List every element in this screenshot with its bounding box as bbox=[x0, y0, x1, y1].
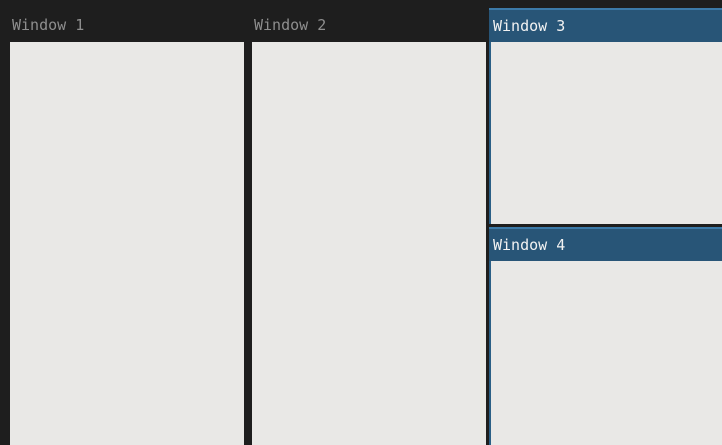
window-3[interactable]: Window 3 bbox=[489, 8, 722, 224]
window-content[interactable] bbox=[10, 42, 244, 445]
window-title[interactable]: Window 2 bbox=[250, 8, 488, 42]
window-title[interactable]: Window 1 bbox=[8, 8, 246, 42]
window-2[interactable]: Window 2 bbox=[250, 8, 488, 445]
window-title[interactable]: Window 3 bbox=[489, 10, 722, 42]
window-4[interactable]: Window 4 bbox=[489, 227, 722, 445]
window-content[interactable] bbox=[252, 42, 486, 445]
window-1[interactable]: Window 1 bbox=[8, 8, 246, 445]
window-title[interactable]: Window 4 bbox=[489, 229, 722, 261]
window-content[interactable] bbox=[491, 261, 722, 445]
window-content[interactable] bbox=[491, 42, 722, 224]
